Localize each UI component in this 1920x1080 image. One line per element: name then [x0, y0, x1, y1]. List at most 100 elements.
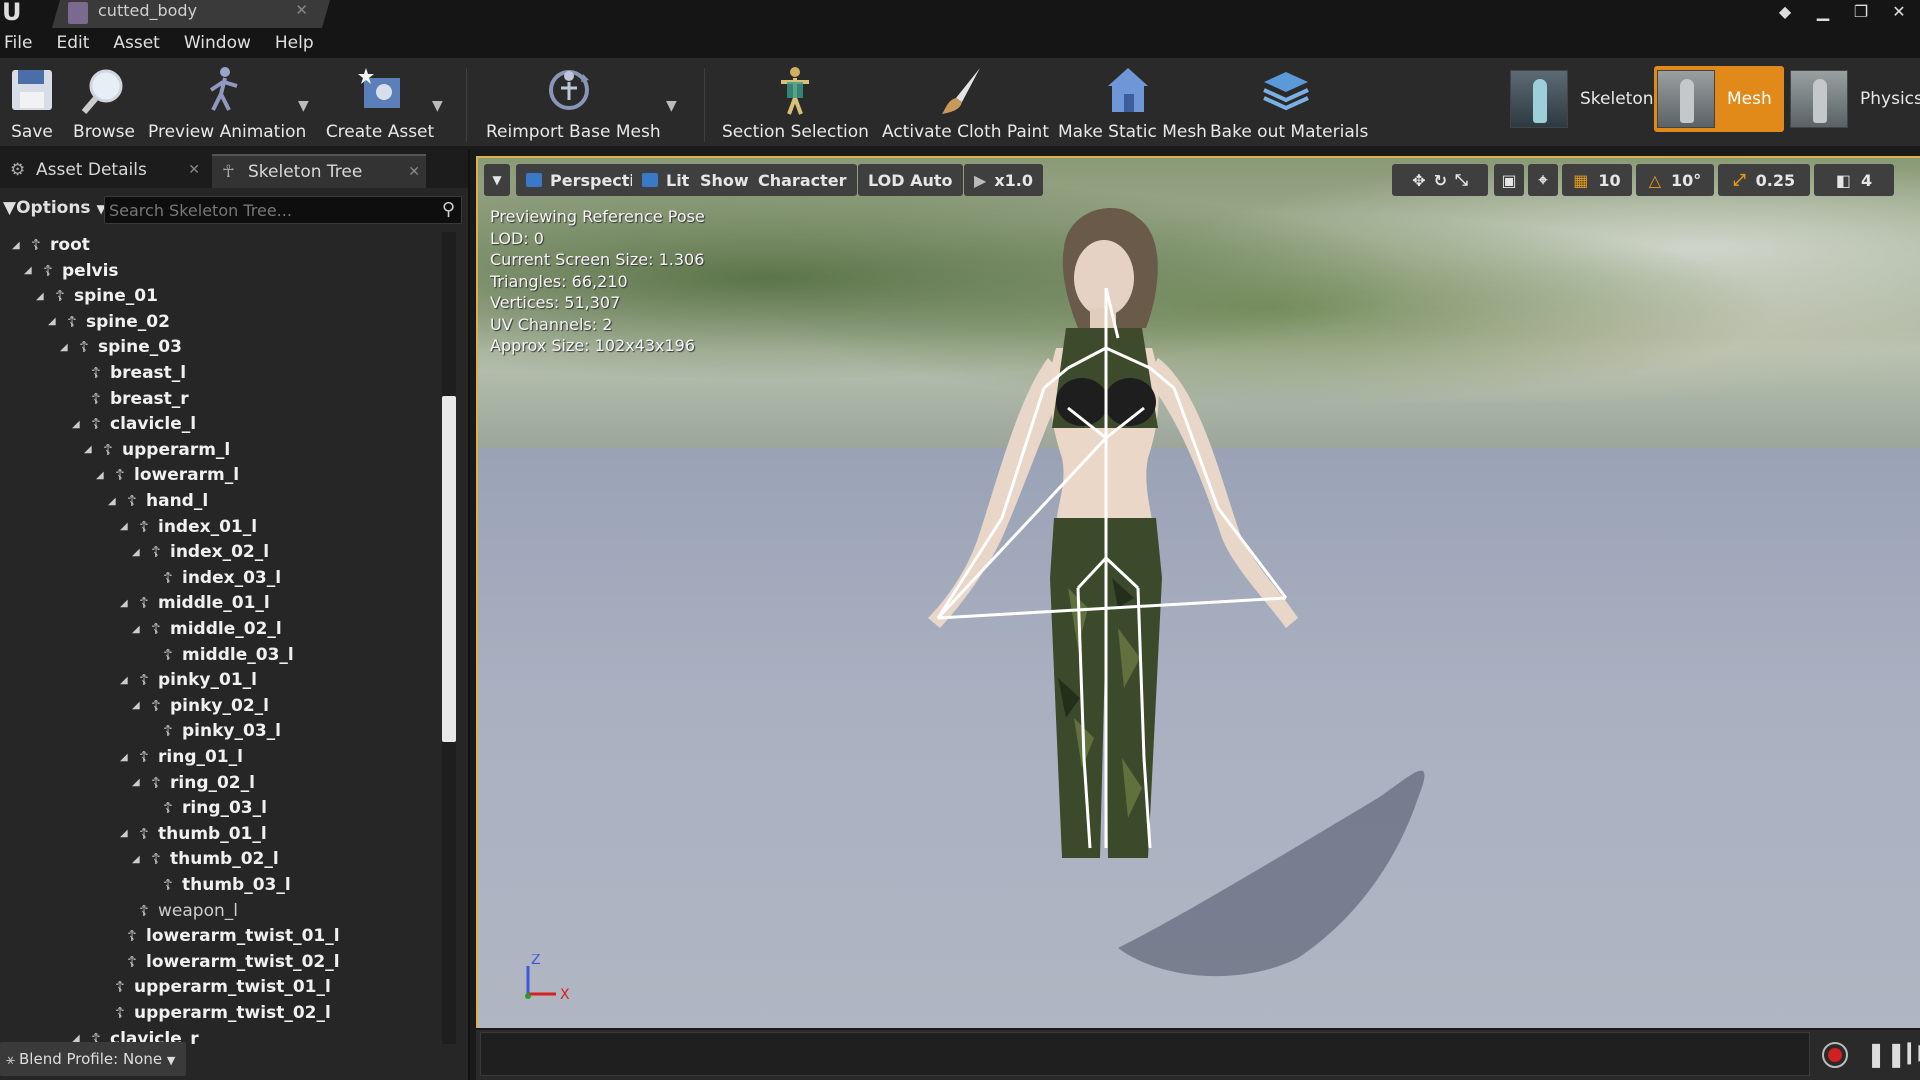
tree-row-middle-03-l[interactable]: ☦ middle_03_l	[144, 642, 294, 668]
reimport-dropdown-icon[interactable]: ▼	[666, 98, 677, 114]
menu-asset[interactable]: Asset	[113, 33, 173, 53]
tree-row-spine-03[interactable]: ◢ ☦ spine_03	[60, 334, 182, 360]
tree-row-thumb-03-l[interactable]: ☦ thumb_03_l	[144, 872, 291, 898]
scale-icon[interactable]: ⤡	[1455, 170, 1468, 190]
preview-animation-button[interactable]: Preview Animation	[148, 58, 306, 148]
section-selection-button[interactable]: Section Selection	[722, 58, 869, 148]
tree-row-upperarm-twist-01-l[interactable]: ☦ upperarm_twist_01_l	[96, 974, 331, 1000]
expand-arrow-icon[interactable]: ◢	[84, 444, 98, 455]
timeline-scrubber[interactable]	[480, 1032, 1810, 1076]
expand-arrow-icon[interactable]: ◢	[60, 342, 74, 353]
unreal-logo-icon[interactable]: U	[0, 0, 28, 28]
expand-arrow-icon[interactable]: ◢	[108, 496, 122, 507]
tree-scrollbar-thumb[interactable]	[442, 396, 456, 742]
search-input[interactable]	[109, 199, 429, 221]
expand-arrow-icon[interactable]: ◢	[132, 547, 146, 558]
search-icon[interactable]: ⚲	[442, 199, 455, 220]
preview-animation-dropdown-icon[interactable]: ▼	[298, 98, 309, 114]
viewport-options-dropdown[interactable]: ▼	[484, 164, 510, 196]
minimize-button[interactable]: ▁	[1810, 2, 1836, 22]
lod-button[interactable]: LOD Auto	[858, 164, 963, 196]
maximize-button[interactable]: ❐	[1848, 2, 1874, 22]
close-tab-icon[interactable]: ✕	[295, 1, 308, 19]
expand-arrow-icon[interactable]: ◢	[48, 316, 62, 327]
tree-row-lowerarm-twist-01-l[interactable]: ☦ lowerarm_twist_01_l	[108, 923, 339, 949]
menu-help[interactable]: Help	[275, 33, 328, 53]
reimport-base-mesh-button[interactable]: Reimport Base Mesh	[486, 58, 661, 148]
world-local-toggle[interactable]: ▣	[1494, 164, 1524, 196]
tree-row-breast-r[interactable]: ☦ breast_r	[72, 386, 189, 412]
rotation-snap-control[interactable]: △ 10°	[1636, 164, 1714, 196]
expand-arrow-icon[interactable]: ◢	[24, 265, 38, 276]
tree-row-middle-01-l[interactable]: ◢ ☦ middle_01_l	[120, 590, 270, 616]
tree-row-middle-02-l[interactable]: ◢ ☦ middle_02_l	[132, 616, 282, 642]
expand-arrow-icon[interactable]: ◢	[132, 624, 146, 635]
expand-arrow-icon[interactable]: ◢	[120, 598, 134, 609]
expand-arrow-icon[interactable]: ◢	[120, 675, 134, 686]
expand-arrow-icon[interactable]: ◢	[132, 700, 146, 711]
camera-speed-control[interactable]: ◧ 4	[1814, 164, 1894, 196]
mode-skeleton-button[interactable]: Skeleton	[1510, 66, 1654, 132]
expand-arrow-icon[interactable]: ◢	[96, 470, 110, 481]
expand-arrow-icon[interactable]: ◢	[120, 828, 134, 839]
activate-cloth-paint-button[interactable]: Activate Cloth Paint	[882, 58, 1049, 148]
tree-row-hand-l[interactable]: ◢ ☦ hand_l	[108, 488, 208, 514]
tree-row-ring-03-l[interactable]: ☦ ring_03_l	[144, 795, 267, 821]
character-button[interactable]: Character	[748, 164, 857, 196]
expand-arrow-icon[interactable]: ◢	[132, 777, 146, 788]
tree-row-lowerarm-twist-02-l[interactable]: ☦ lowerarm_twist_02_l	[108, 949, 339, 975]
source-control-icon[interactable]: ◆	[1772, 2, 1798, 22]
create-asset-button[interactable]: Create Asset	[322, 58, 438, 148]
close-window-button[interactable]: ✕	[1886, 2, 1912, 22]
tree-row-spine-01[interactable]: ◢ ☦ spine_01	[36, 283, 158, 309]
playback-speed-button[interactable]: ▶ x1.0	[964, 164, 1043, 196]
tab-skeleton-tree[interactable]: ☥ Skeleton Tree ✕	[212, 154, 426, 188]
tree-row-ring-02-l[interactable]: ◢ ☦ ring_02_l	[132, 770, 255, 796]
transform-tools[interactable]: ✥ ↻ ⤡	[1392, 164, 1488, 196]
tree-row-pinky-03-l[interactable]: ☦ pinky_03_l	[144, 718, 281, 744]
save-button[interactable]: Save	[2, 58, 62, 148]
preview-viewport[interactable]: ▼ Perspective Lit Show Character LOD Aut…	[476, 156, 1920, 1028]
tree-row-clavicle-l[interactable]: ◢ ☦ clavicle_l	[72, 411, 196, 437]
tree-row-upperarm-twist-02-l[interactable]: ☦ upperarm_twist_02_l	[96, 1000, 331, 1026]
scale-snap-control[interactable]: ⤢ 0.25	[1718, 164, 1810, 196]
tab-asset-details[interactable]: ⚙ Asset Details ✕	[10, 154, 206, 188]
create-asset-dropdown-icon[interactable]: ▼	[432, 98, 443, 114]
tree-row-breast-l[interactable]: ☦ breast_l	[72, 360, 186, 386]
tree-row-lowerarm-l[interactable]: ◢ ☦ lowerarm_l	[96, 462, 239, 488]
options-dropdown[interactable]: ▼Options ▼	[3, 198, 106, 218]
close-tab-icon[interactable]: ✕	[188, 154, 200, 186]
next-frame-button[interactable]: ❙▶	[1900, 1040, 1920, 1065]
expand-arrow-icon[interactable]: ◢	[36, 291, 50, 302]
tree-row-index-02-l[interactable]: ◢ ☦ index_02_l	[132, 539, 269, 565]
tree-row-index-03-l[interactable]: ☦ index_03_l	[144, 565, 281, 591]
mode-mesh-button[interactable]: Mesh	[1654, 66, 1784, 132]
expand-arrow-icon[interactable]: ◢	[120, 752, 134, 763]
expand-arrow-icon[interactable]: ◢	[72, 419, 86, 430]
expand-arrow-icon[interactable]: ◢	[120, 521, 134, 532]
grid-snap-control[interactable]: ▦ 10	[1562, 164, 1632, 196]
tree-row-pinky-01-l[interactable]: ◢ ☦ pinky_01_l	[120, 667, 257, 693]
mode-physics-button[interactable]: Physics	[1790, 66, 1920, 132]
tree-row-thumb-01-l[interactable]: ◢ ☦ thumb_01_l	[120, 821, 267, 847]
rotate-icon[interactable]: ↻	[1434, 171, 1447, 190]
close-tab-icon[interactable]: ✕	[408, 156, 420, 188]
browse-button[interactable]: Browse	[72, 58, 136, 148]
tree-row-index-01-l[interactable]: ◢ ☦ index_01_l	[120, 514, 257, 540]
surface-snap-toggle[interactable]: ⌖	[1528, 164, 1558, 196]
tree-row-thumb-02-l[interactable]: ◢ ☦ thumb_02_l	[132, 846, 279, 872]
expand-arrow-icon[interactable]: ◢	[132, 854, 146, 865]
expand-arrow-icon[interactable]: ◢	[12, 240, 26, 251]
tree-row-upperarm-l[interactable]: ◢ ☦ upperarm_l	[84, 437, 230, 463]
menu-window[interactable]: Window	[184, 33, 265, 53]
tree-row-pinky-02-l[interactable]: ◢ ☦ pinky_02_l	[132, 693, 269, 719]
bake-out-materials-button[interactable]: Bake out Materials	[1210, 58, 1368, 148]
record-button[interactable]	[1822, 1042, 1848, 1068]
menu-edit[interactable]: Edit	[56, 33, 103, 53]
tree-row-spine-02[interactable]: ◢ ☦ spine_02	[48, 309, 170, 335]
asset-document-tab[interactable]: cutted_body ✕	[52, 0, 330, 28]
tree-row-root[interactable]: ◢ ☦ root	[12, 232, 90, 258]
translate-icon[interactable]: ✥	[1412, 171, 1425, 190]
blend-profile-dropdown[interactable]: ⚹ Blend Profile: None ▼	[0, 1042, 186, 1076]
tree-row-weapon-l[interactable]: ☦ weapon_l	[120, 898, 238, 924]
